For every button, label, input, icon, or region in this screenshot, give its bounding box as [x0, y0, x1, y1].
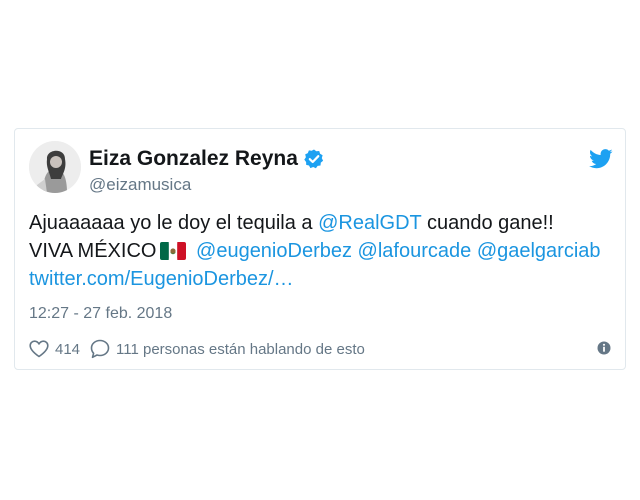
username[interactable]: @eizamusica — [89, 175, 191, 195]
avatar-photo — [29, 141, 81, 193]
mention-gaelgarciab[interactable]: @gaelgarciab — [477, 240, 601, 262]
tweet-timestamp[interactable]: 12:27 - 27 feb. 2018 — [29, 305, 172, 323]
tweet-line-3: twitter.com/EugenioDerbez/… — [29, 265, 619, 293]
avatar[interactable] — [29, 141, 81, 193]
tweet-link[interactable]: twitter.com/EugenioDerbez/… — [29, 268, 294, 290]
mention-realgdt[interactable]: @RealGDT — [318, 212, 421, 234]
reply-button[interactable]: 111 personas están hablando de esto — [90, 339, 365, 359]
tweet-actions: 414 111 personas están hablando de esto — [29, 339, 365, 359]
like-button[interactable]: 414 — [29, 340, 90, 358]
tweet-text-segment: Ajuaaaaaa yo le doy el tequila a — [29, 212, 319, 234]
heart-icon — [29, 340, 49, 358]
tweet-text: Ajuaaaaaa yo le doy el tequila a @RealGD… — [29, 209, 619, 293]
tweet-text-segment: VIVA MÉXICO — [29, 240, 157, 262]
tweet-card: Eiza Gonzalez Reyna @eizamusica Ajuaaaaa… — [14, 128, 626, 370]
mexico-flag-icon — [160, 240, 187, 260]
info-icon[interactable] — [597, 341, 611, 355]
display-name[interactable]: Eiza Gonzalez Reyna — [89, 147, 298, 171]
author-name-row[interactable]: Eiza Gonzalez Reyna — [89, 146, 324, 172]
verified-badge-icon — [304, 149, 324, 169]
conversation-count: 111 personas están hablando de esto — [116, 340, 365, 358]
tweet-line-2: VIVA MÉXICO @eugenioDerbez @lafourcade @… — [29, 237, 619, 265]
tweet-text-segment: cuando gane!! — [421, 212, 554, 234]
like-count: 414 — [55, 340, 81, 358]
tweet-line-1: Ajuaaaaaa yo le doy el tequila a @RealGD… — [29, 209, 619, 237]
mention-eugenioderbez[interactable]: @eugenioDerbez — [196, 240, 352, 262]
speech-bubble-icon — [90, 339, 110, 359]
twitter-bird-icon[interactable] — [589, 149, 613, 169]
mention-lafourcade[interactable]: @lafourcade — [358, 240, 472, 262]
